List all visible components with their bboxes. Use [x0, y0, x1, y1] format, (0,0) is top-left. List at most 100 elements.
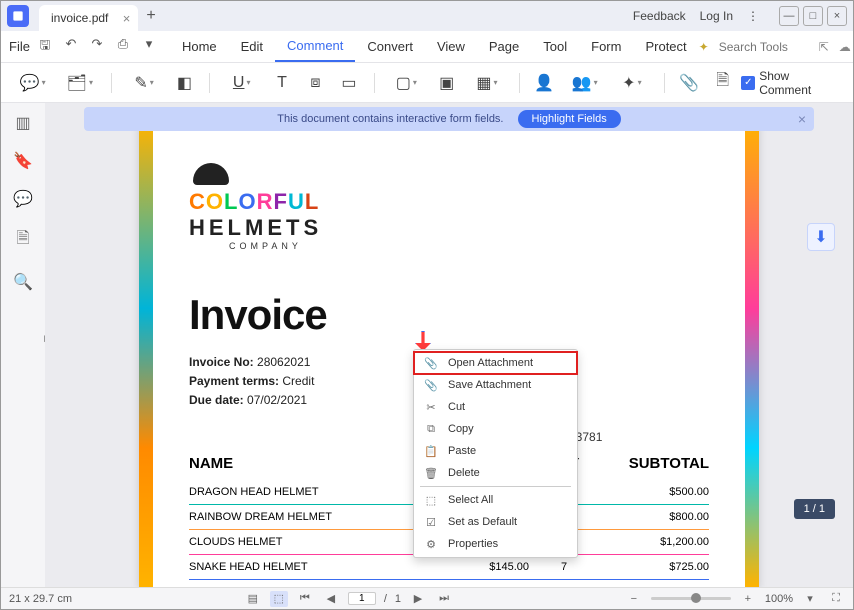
- ctx-cut[interactable]: ✂Cut: [414, 396, 577, 418]
- ctx-icon: 📎: [424, 356, 438, 370]
- redo-icon[interactable]: ↷: [88, 36, 106, 58]
- undo-icon[interactable]: ↶: [62, 36, 80, 58]
- zoom-slider[interactable]: [651, 597, 731, 600]
- menu-convert[interactable]: Convert: [355, 31, 425, 62]
- fullscreen-icon[interactable]: ⛶: [827, 591, 845, 607]
- textbox-tool[interactable]: ⧈: [301, 69, 330, 97]
- wand-icon[interactable]: ✦: [699, 40, 709, 54]
- page-indicator-badge: 1 / 1: [794, 499, 835, 519]
- bookmarks-icon[interactable]: 🔖: [13, 151, 33, 171]
- page-input[interactable]: [348, 592, 376, 605]
- minimize-button[interactable]: —: [779, 6, 799, 26]
- ctx-copy[interactable]: ⧉ Copy: [414, 418, 577, 440]
- compare-tool[interactable]: 🗎: [708, 69, 737, 97]
- prev-page-button[interactable]: ◀: [322, 591, 340, 607]
- next-page-button[interactable]: ▶: [409, 591, 427, 607]
- highlight-fields-button[interactable]: Highlight Fields: [518, 110, 621, 128]
- view-mode-2-icon[interactable]: ⬚: [270, 591, 288, 607]
- more-icon[interactable]: ⋮: [747, 9, 759, 23]
- first-page-button[interactable]: ⏮: [296, 591, 314, 607]
- show-comment-checkbox[interactable]: ✓: [741, 76, 755, 90]
- note-tool[interactable]: 💬▾: [11, 69, 54, 97]
- login-link[interactable]: Log In: [700, 9, 733, 23]
- menu-comment[interactable]: Comment: [275, 31, 355, 62]
- ctx-label: Save Attachment: [448, 379, 531, 391]
- search-tools-input[interactable]: [719, 40, 809, 54]
- menubar: File 🖫 ↶ ↷ ⎙ ▾ HomeEditCommentConvertVie…: [1, 31, 853, 63]
- ctx-select-all[interactable]: ⬚Select All: [414, 489, 577, 511]
- company-logo: COLORFUL HELMETS COMPANY: [189, 163, 709, 251]
- stamp2-tool[interactable]: 👥▾: [563, 69, 606, 97]
- page-decoration-right: [745, 123, 759, 587]
- measure-tool[interactable]: ▣: [432, 69, 461, 97]
- zoom-out-button[interactable]: −: [625, 591, 643, 607]
- last-page-button[interactable]: ⏭: [435, 591, 453, 607]
- view-mode-1-icon[interactable]: ▤: [244, 591, 262, 607]
- eraser-tool[interactable]: ◧: [170, 69, 199, 97]
- ctx-label: Set as Default: [448, 516, 517, 528]
- shape-tool[interactable]: ▢▾: [385, 69, 428, 97]
- maximize-button[interactable]: □: [803, 6, 823, 26]
- ctx-delete[interactable]: 🗑Delete: [414, 462, 577, 484]
- ctx-icon: ☑: [424, 515, 438, 529]
- signature-tool[interactable]: 👤: [530, 69, 559, 97]
- search-panel-icon[interactable]: 🔍: [13, 272, 33, 292]
- menu-form[interactable]: Form: [579, 31, 633, 62]
- menu-tool[interactable]: Tool: [531, 31, 579, 62]
- banner-close-icon[interactable]: ×: [798, 111, 806, 127]
- ctx-label: Copy: [448, 423, 474, 435]
- ctx-icon: ⚙: [424, 537, 438, 551]
- print-icon[interactable]: ⎙: [114, 36, 132, 58]
- callout-tool[interactable]: ▭: [334, 69, 363, 97]
- canvas: This document contains interactive form …: [45, 103, 853, 587]
- banner-text: This document contains interactive form …: [277, 113, 503, 125]
- thumbnails-icon[interactable]: ▥: [15, 113, 30, 133]
- add-tab-button[interactable]: +: [146, 7, 155, 25]
- menu-protect[interactable]: Protect: [633, 31, 698, 62]
- table-row: SNAKE HEAD HELMET$145.007$725.00: [189, 555, 709, 580]
- ctx-label: Properties: [448, 538, 498, 550]
- ctx-label: Paste: [448, 445, 476, 457]
- ctx-set-as-default[interactable]: ☑ Set as Default: [414, 511, 577, 533]
- close-tab-icon[interactable]: ×: [123, 11, 131, 26]
- document-tab[interactable]: invoice.pdf ×: [39, 5, 138, 31]
- download-badge[interactable]: ⬇: [807, 223, 835, 251]
- save-icon[interactable]: 🖫: [36, 36, 54, 58]
- menu-page[interactable]: Page: [477, 31, 531, 62]
- helmet-icon: [193, 163, 229, 185]
- ctx-icon: ⧉: [424, 422, 438, 436]
- menu-view[interactable]: View: [425, 31, 477, 62]
- left-sidebar: ▥ 🔖 💬 🗎 🔍 ▶: [1, 103, 45, 587]
- ctx-paste[interactable]: 📋 Paste: [414, 440, 577, 462]
- page-decoration-left: [139, 123, 153, 587]
- ctx-icon: 📎: [424, 378, 438, 392]
- ctx-icon: 📋: [424, 444, 438, 458]
- cloud-icon[interactable]: ☁: [839, 40, 851, 54]
- zoom-dropdown-icon[interactable]: ▾: [801, 591, 819, 607]
- ctx-properties[interactable]: ⚙ Properties: [414, 533, 577, 555]
- feedback-link[interactable]: Feedback: [633, 9, 686, 23]
- close-window-button[interactable]: ×: [827, 6, 847, 26]
- pencil-tool[interactable]: ✎▾: [122, 69, 165, 97]
- attachment-tool[interactable]: 📎: [674, 69, 703, 97]
- underline-tool[interactable]: U▾: [220, 69, 263, 97]
- stamp-tool[interactable]: 🗂▾: [58, 69, 101, 97]
- stamp3-tool[interactable]: ✦▾: [610, 69, 653, 97]
- qa-dropdown-icon[interactable]: ▾: [140, 36, 158, 58]
- zoom-in-button[interactable]: +: [739, 591, 757, 607]
- text-tool[interactable]: T: [267, 69, 296, 97]
- attachments-panel-icon[interactable]: 🗎: [17, 227, 30, 254]
- area-tool[interactable]: ▦▾: [465, 69, 508, 97]
- ctx-open-attachment[interactable]: 📎 Open Attachment: [414, 352, 577, 374]
- ctx-label: Open Attachment: [448, 357, 533, 369]
- logo-line3: COMPANY: [229, 241, 302, 251]
- logo-line1: COLORFUL: [189, 189, 319, 215]
- ctx-save-attachment[interactable]: 📎 Save Attachment: [414, 374, 577, 396]
- file-menu[interactable]: File: [9, 39, 30, 54]
- comments-panel-icon[interactable]: 💬: [13, 189, 33, 209]
- menu-edit[interactable]: Edit: [229, 31, 275, 62]
- menu-home[interactable]: Home: [170, 31, 229, 62]
- ctx-label: Cut: [448, 401, 465, 413]
- share-icon[interactable]: ⇱: [819, 40, 829, 54]
- form-fields-banner: This document contains interactive form …: [84, 107, 814, 131]
